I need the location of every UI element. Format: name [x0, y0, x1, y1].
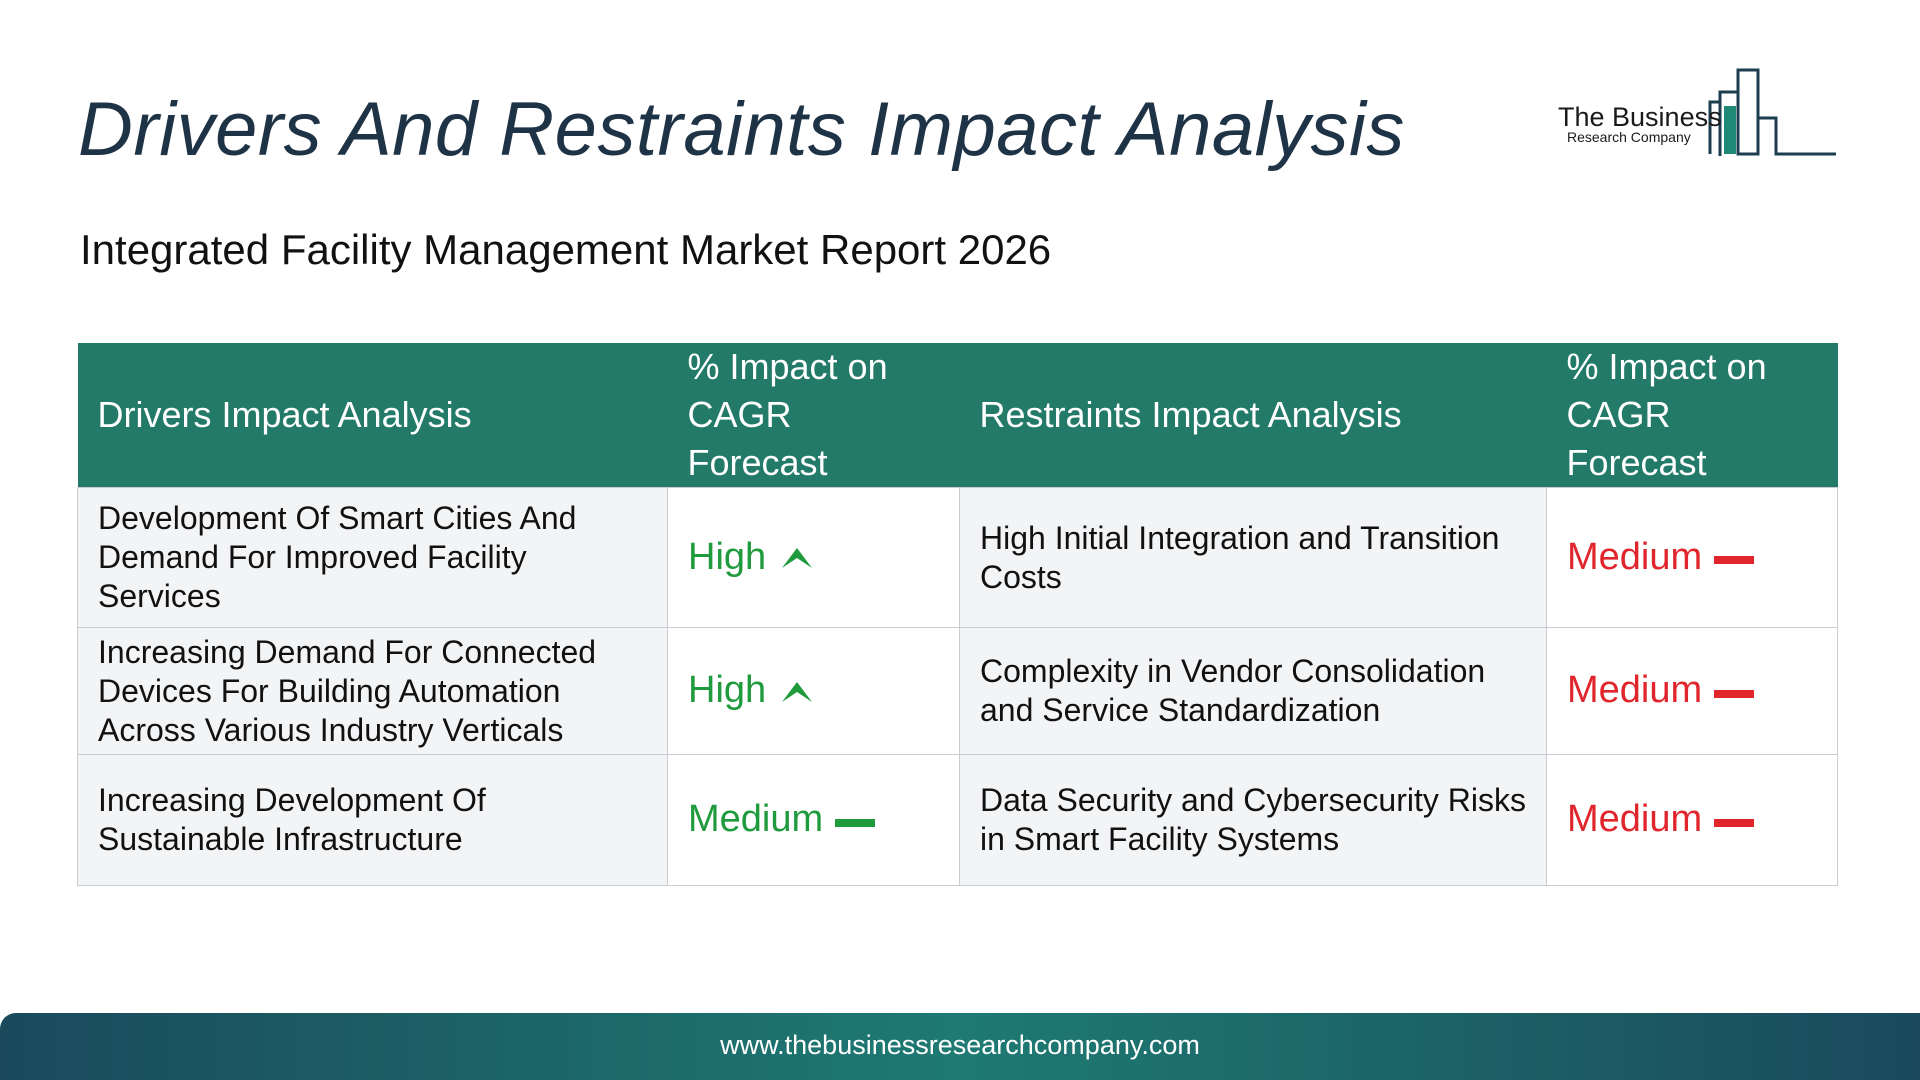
- footer-bar: www.thebusinessresearchcompany.com: [0, 1013, 1920, 1080]
- driver-impact-cell: Medium: [667, 754, 960, 886]
- arrow-up-icon: [782, 548, 813, 569]
- page-title: Drivers And Restraints Impact Analysis: [78, 87, 1405, 172]
- dash-icon: [1714, 818, 1755, 827]
- restraint-impact-level: Medium: [1567, 798, 1703, 840]
- driver-impact-level: Medium: [688, 798, 824, 840]
- restraint-cell: Data Security and Cybersecurity Risks in…: [959, 754, 1547, 886]
- restraint-impact-level: Medium: [1567, 535, 1703, 578]
- restraint-impact-cell: Medium: [1546, 627, 1838, 755]
- arrow-up-icon: [782, 681, 813, 702]
- driver-cell: Increasing Development Of Sustainable In…: [77, 754, 668, 886]
- driver-impact-cell: High: [667, 487, 960, 628]
- header-drivers: Drivers Impact Analysis: [77, 343, 668, 488]
- header-restraints-impact: % Impact on CAGR Forecast: [1546, 343, 1838, 488]
- dash-icon: [835, 818, 876, 827]
- driver-cell: Increasing Demand For Connected Devices …: [77, 627, 668, 755]
- restraint-impact-cell: Medium: [1546, 754, 1838, 886]
- impact-table: Drivers Impact Analysis % Impact on CAGR…: [77, 343, 1838, 886]
- restraint-cell: High Initial Integration and Transition …: [959, 487, 1547, 628]
- driver-cell: Development Of Smart Cities And Demand F…: [77, 487, 668, 628]
- driver-impact-level: High: [688, 669, 767, 711]
- table-row: Development Of Smart Cities And Demand F…: [77, 487, 1838, 628]
- table-header-row: Drivers Impact Analysis % Impact on CAGR…: [77, 343, 1838, 488]
- table-row: Increasing Demand For Connected Devices …: [77, 627, 1838, 755]
- restraint-cell: Complexity in Vendor Consolidation and S…: [959, 627, 1547, 755]
- report-subtitle: Integrated Facility Management Market Re…: [80, 226, 1052, 273]
- dash-icon: [1714, 689, 1755, 698]
- restraint-impact-level: Medium: [1567, 669, 1703, 711]
- driver-impact-level: High: [688, 535, 767, 578]
- table-row: Increasing Development Of Sustainable In…: [77, 754, 1838, 886]
- website-link[interactable]: www.thebusinessresearchcompany.com: [0, 1030, 1920, 1061]
- logo-subtitle: Research Company: [1567, 129, 1691, 145]
- company-logo: The Business Research Company: [1548, 66, 1838, 156]
- dash-icon: [1714, 556, 1755, 565]
- header-drivers-impact: % Impact on CAGR Forecast: [667, 343, 960, 488]
- driver-impact-cell: High: [667, 627, 960, 755]
- header-restraints: Restraints Impact Analysis: [959, 343, 1547, 488]
- restraint-impact-cell: Medium: [1546, 487, 1838, 628]
